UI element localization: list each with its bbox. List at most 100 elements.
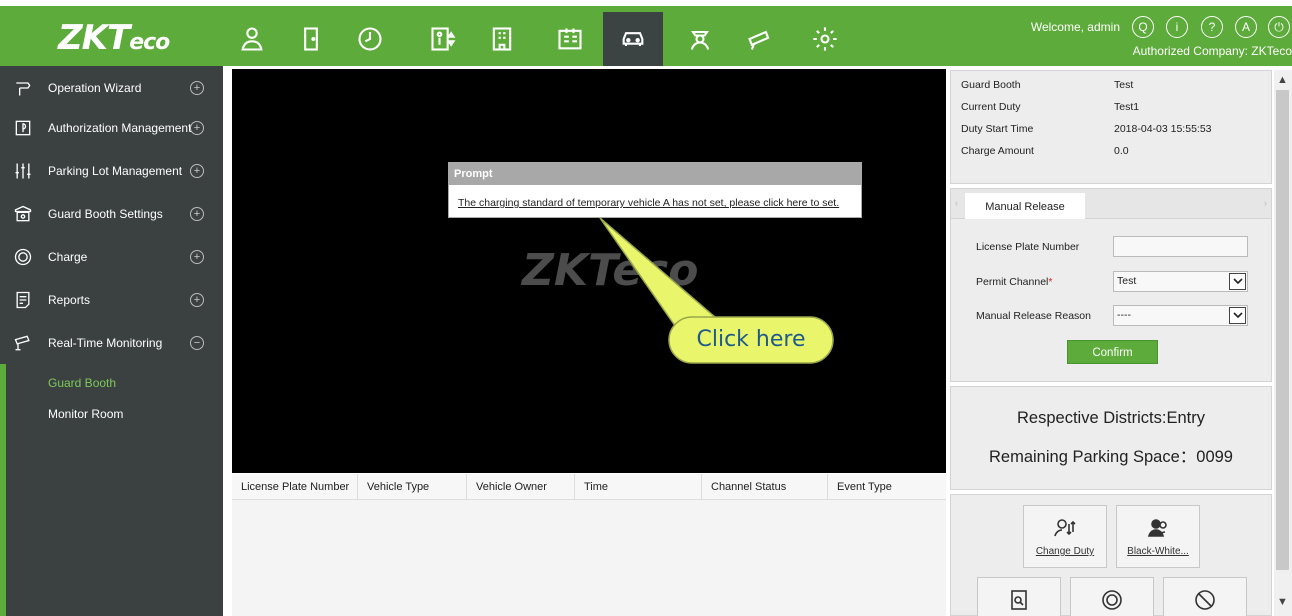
authorized-company: Authorized Company: ZKTeco — [1132, 44, 1292, 58]
column-channel-status[interactable]: Channel Status — [702, 474, 828, 500]
submenu-guard-booth[interactable]: Guard Booth — [0, 368, 223, 398]
scroll-thumb[interactable] — [1276, 90, 1289, 570]
click-here-callout: Click here — [668, 316, 834, 364]
info-label: Duty Start Time — [961, 123, 1034, 135]
sidebar-item-label: Real-Time Monitoring — [48, 335, 163, 350]
sidebar-item-guard-booth-settings[interactable]: Guard Booth Settings + — [0, 192, 223, 235]
column-license-plate[interactable]: License Plate Number — [232, 474, 358, 500]
search-record-button[interactable] — [977, 577, 1061, 616]
top-header: ZKTeco Welcome, admin Q i ? A ⏻ Authoriz… — [0, 0, 1292, 66]
release-reason-select[interactable]: ---- — [1113, 305, 1248, 326]
user-circle-icon[interactable]: A — [1235, 16, 1257, 38]
sidebar-item-authorization-management[interactable]: Authorization Management + — [0, 106, 223, 149]
district-text: Respective Districts:Entry — [1017, 409, 1205, 427]
coin-icon — [1102, 590, 1122, 610]
set-charging-standard-link[interactable]: The charging standard of temporary vehic… — [449, 185, 861, 209]
wizard-icon — [12, 77, 34, 99]
column-vehicle-type[interactable]: Vehicle Type — [358, 474, 467, 500]
scroll-up-icon[interactable]: ▲ — [1277, 74, 1288, 86]
person-icon[interactable] — [222, 12, 282, 66]
booth-icon — [12, 203, 34, 225]
prompt-dialog: Prompt The charging standard of temporar… — [448, 162, 862, 218]
tab-scroll-left-icon[interactable]: ‹ — [955, 198, 958, 208]
actions-panel: Change Duty Black-White... — [950, 494, 1272, 616]
confirm-button[interactable]: Confirm — [1067, 340, 1158, 364]
license-plate-input[interactable] — [1113, 236, 1248, 257]
car-icon[interactable] — [603, 12, 663, 66]
info-label: Guard Booth — [961, 79, 1021, 91]
building-icon[interactable] — [472, 12, 532, 66]
shield-icon — [12, 117, 34, 139]
info-circle-icon[interactable]: i — [1166, 16, 1188, 38]
black-white-icon — [1147, 519, 1167, 537]
plate-label: License Plate Number — [976, 241, 1080, 253]
callout-label: Click here — [696, 327, 806, 352]
reason-label: Manual Release Reason — [976, 310, 1091, 322]
parking-space-text: Remaining Parking Space：0099 — [989, 448, 1233, 466]
chevron-down-icon — [1229, 273, 1246, 290]
visitor-card-icon[interactable] — [540, 12, 600, 66]
column-vehicle-owner[interactable]: Vehicle Owner — [467, 474, 575, 500]
district-panel: Respective Districts:Entry Remaining Par… — [950, 386, 1272, 490]
expand-icon[interactable]: + — [190, 80, 204, 95]
sidebar-item-label: Parking Lot Management — [48, 163, 183, 178]
zkteco-logo[interactable]: ZKTeco — [58, 14, 198, 62]
help-circle-icon[interactable]: ? — [1201, 16, 1223, 38]
vertical-scrollbar[interactable]: ▲ ▼ — [1274, 70, 1292, 616]
cctv-icon — [12, 332, 34, 354]
column-event-type[interactable]: Event Type — [828, 474, 946, 500]
info-value: 0.0 — [1114, 145, 1129, 157]
expand-icon[interactable]: + — [190, 206, 204, 221]
expand-icon[interactable]: + — [190, 292, 204, 307]
change-duty-icon — [1054, 519, 1076, 537]
column-time[interactable]: Time — [575, 474, 702, 500]
no-parking-button[interactable] — [1163, 577, 1247, 616]
sidebar-item-parking-lot-management[interactable]: Parking Lot Management + — [0, 149, 223, 192]
camera-icon[interactable] — [730, 12, 790, 66]
door-icon[interactable] — [281, 12, 341, 66]
scroll-down-icon[interactable]: ▼ — [1277, 596, 1288, 608]
sidebar-item-operation-wizard[interactable]: Operation Wizard + — [0, 66, 223, 109]
submenu-monitor-room[interactable]: Monitor Room — [0, 399, 223, 429]
info-label: Current Duty — [961, 101, 1021, 113]
expand-icon[interactable]: + — [190, 120, 204, 135]
welcome-text: Welcome, admin — [1030, 20, 1120, 34]
expand-icon[interactable]: + — [190, 163, 204, 178]
change-duty-button[interactable]: Change Duty — [1023, 505, 1107, 568]
gear-icon[interactable] — [795, 12, 855, 66]
black-white-list-button[interactable]: Black-White... — [1116, 505, 1200, 568]
channel-label: Permit Channel* — [976, 276, 1053, 288]
expand-icon[interactable]: + — [190, 249, 204, 264]
chevron-down-icon — [1229, 307, 1246, 324]
report-icon — [12, 289, 34, 311]
sidebar-item-label: Charge — [48, 249, 88, 264]
sidebar: Operation Wizard + Authorization Managem… — [0, 66, 223, 616]
sidebar-item-charge[interactable]: Charge + — [0, 235, 223, 278]
info-value: Test1 — [1114, 101, 1140, 113]
search-record-icon — [1011, 590, 1027, 610]
elevator-icon[interactable] — [413, 12, 473, 66]
power-icon[interactable]: ⏻ — [1268, 16, 1290, 38]
charge-button[interactable] — [1070, 577, 1154, 616]
manual-release-panel: ‹ › Manual Release License Plate Number … — [950, 188, 1272, 382]
sidebar-item-label: Guard Booth Settings — [48, 206, 163, 221]
sliders-icon — [12, 160, 34, 182]
tab-scroll-right-icon[interactable]: › — [1264, 198, 1267, 208]
info-value: Test — [1114, 79, 1134, 91]
info-label: Charge Amount — [961, 145, 1034, 157]
q-circle-icon[interactable]: Q — [1132, 16, 1154, 38]
sidebar-item-reports[interactable]: Reports + — [0, 278, 223, 321]
prompt-title: Prompt — [449, 163, 861, 185]
event-table: License Plate Number Vehicle Type Vehicl… — [232, 474, 946, 616]
clock-icon[interactable] — [340, 12, 400, 66]
no-entry-icon — [1195, 590, 1215, 610]
event-table-header: License Plate Number Vehicle Type Vehicl… — [232, 474, 946, 500]
tab-manual-release[interactable]: Manual Release — [965, 193, 1085, 219]
collapse-icon[interactable]: − — [190, 335, 204, 350]
coin-icon — [12, 246, 34, 268]
permit-channel-select[interactable]: Test — [1113, 271, 1248, 292]
guard-icon[interactable] — [670, 12, 730, 66]
sidebar-item-label: Operation Wizard — [48, 80, 142, 95]
sidebar-item-real-time-monitoring[interactable]: Real-Time Monitoring − — [0, 321, 223, 364]
info-value: 2018-04-03 15:55:53 — [1114, 123, 1212, 135]
